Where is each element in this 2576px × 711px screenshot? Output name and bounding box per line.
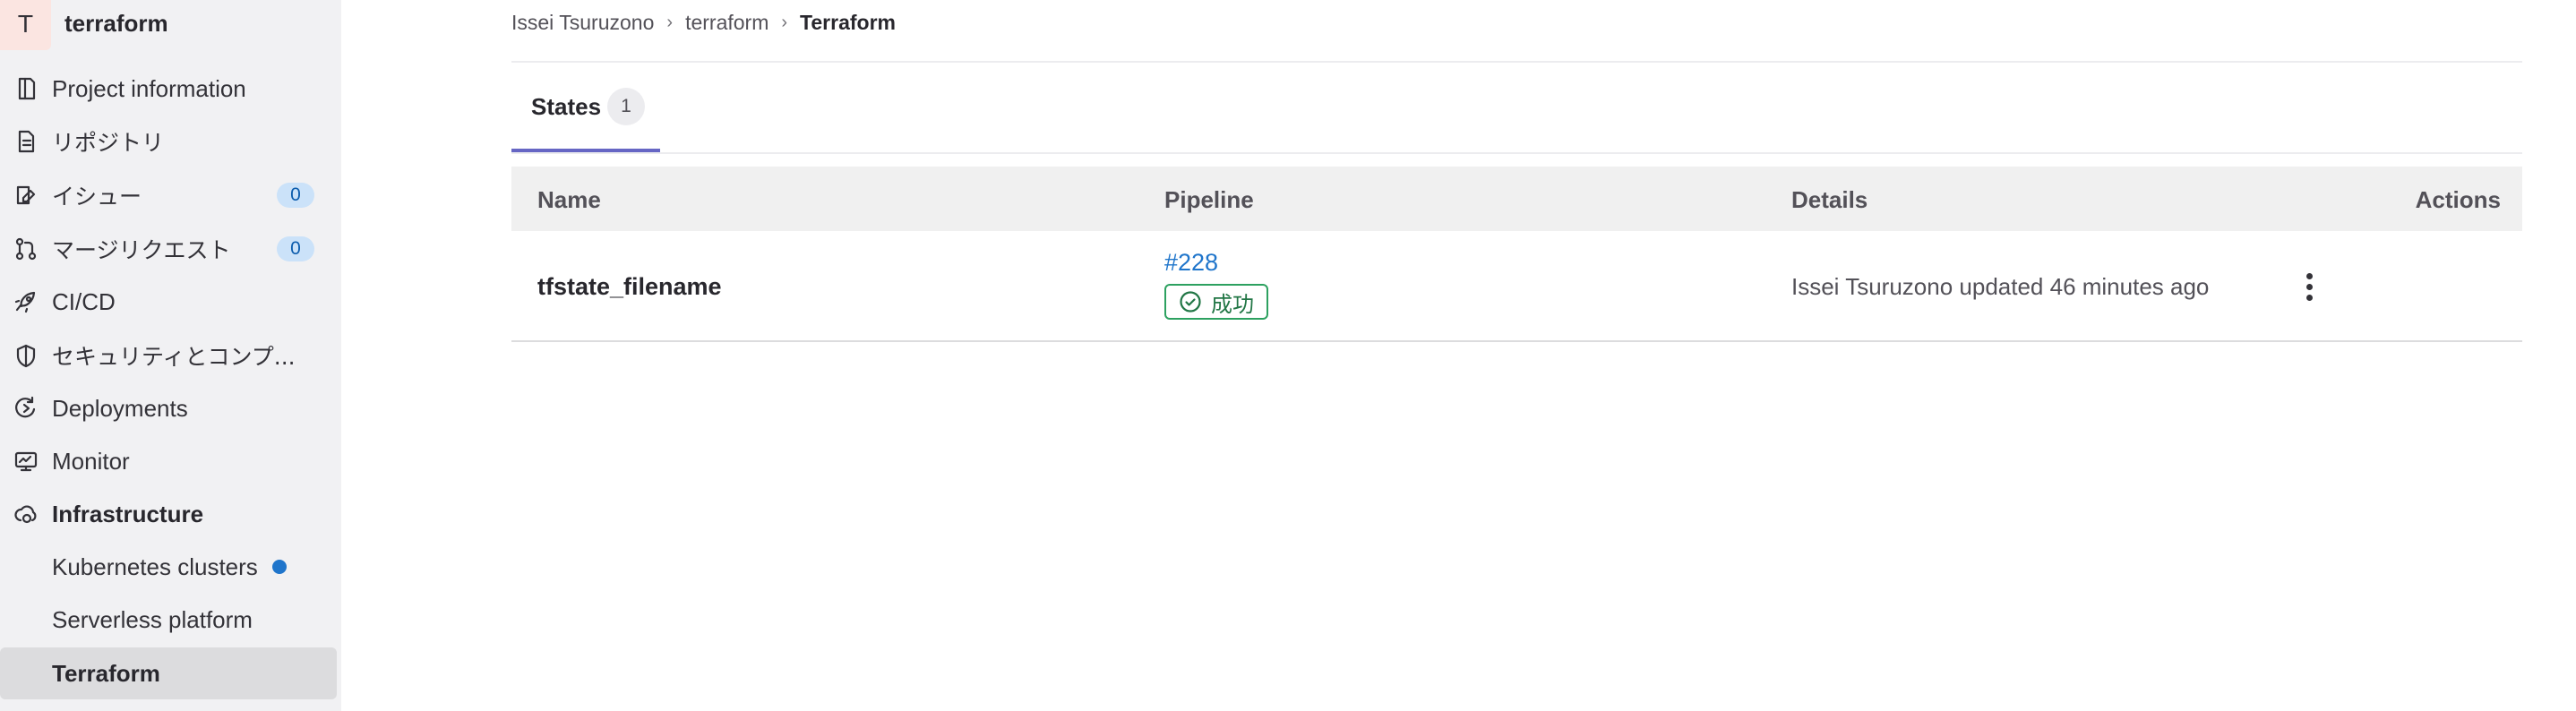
table-header: Name Pipeline Details Actions xyxy=(511,167,2522,231)
pipeline-status-text: 成功 xyxy=(1211,291,1254,317)
state-details: Issei Tsuruzono updated 46 minutes ago xyxy=(1791,273,2210,300)
sidebar-subitem-label: Serverless platform xyxy=(52,605,253,633)
column-header-actions: Actions xyxy=(2415,186,2501,213)
sidebar-item-merge-requests[interactable]: マージリクエスト 0 xyxy=(0,224,341,274)
monitor-icon xyxy=(13,448,39,475)
cloud-gear-icon xyxy=(13,501,39,527)
chevron-right-icon: › xyxy=(781,13,788,32)
chevron-right-icon: › xyxy=(666,13,674,32)
column-header-name: Name xyxy=(537,186,601,213)
sidebar-item-infrastructure[interactable]: Infrastructure xyxy=(0,489,341,539)
sidebar-subitem-serverless-platform[interactable]: Serverless platform xyxy=(0,594,341,646)
sidebar-subitem-label: Kubernetes clusters xyxy=(52,553,258,580)
sidebar-subitem-label: Terraform xyxy=(52,659,160,687)
sidebar-item-label: Monitor xyxy=(52,447,130,475)
pipeline-link[interactable]: #228 xyxy=(1164,249,1218,277)
project-icon xyxy=(13,75,39,102)
tab-states[interactable]: States 1 xyxy=(511,86,660,152)
pipeline-status-badge[interactable]: 成功 xyxy=(1164,284,1268,320)
tab-label: States xyxy=(531,93,602,120)
sidebar-item-label: セキュリティとコンプ... xyxy=(52,344,296,370)
breadcrumb-item-project[interactable]: terraform xyxy=(685,11,769,35)
deployments-icon xyxy=(13,395,39,422)
divider xyxy=(511,61,2522,63)
tab-count-badge: 1 xyxy=(607,88,645,125)
sidebar-item-label: Deployments xyxy=(52,394,188,422)
sidebar-item-label: Infrastructure xyxy=(52,500,204,527)
table-row: tfstate_filename #228 成功 Issei Tsuruzono… xyxy=(511,231,2522,342)
project-avatar: T xyxy=(0,0,51,50)
tabs-divider xyxy=(511,152,2522,154)
state-name: tfstate_filename xyxy=(537,273,722,300)
merge-requests-count-badge: 0 xyxy=(277,236,314,261)
rocket-icon xyxy=(13,288,39,315)
sidebar-item-label: Project information xyxy=(52,74,246,102)
issues-count-badge: 0 xyxy=(277,183,314,208)
column-header-details: Details xyxy=(1791,186,1868,213)
sidebar-subitem-terraform[interactable]: Terraform xyxy=(0,647,337,699)
merge-request-icon xyxy=(13,236,39,262)
document-icon xyxy=(13,128,39,155)
sidebar-subitem-kubernetes-clusters[interactable]: Kubernetes clusters xyxy=(0,541,341,593)
project-name: terraform xyxy=(64,10,168,37)
sidebar-item-label: イシュー xyxy=(52,184,142,210)
sidebar-item-cicd[interactable]: CI/CD xyxy=(0,277,341,327)
check-circle-icon xyxy=(1180,291,1201,313)
new-indicator-dot xyxy=(272,560,287,574)
breadcrumb: Issei Tsuruzono › terraform › Terraform xyxy=(511,11,896,35)
more-actions-icon[interactable] xyxy=(2291,269,2327,304)
sidebar-item-monitor[interactable]: Monitor xyxy=(0,436,341,486)
sidebar-item-label: マージリクエスト xyxy=(52,237,231,263)
breadcrumb-item-user[interactable]: Issei Tsuruzono xyxy=(511,11,654,35)
project-header[interactable]: T terraform xyxy=(0,0,341,50)
sidebar-item-issues[interactable]: イシュー 0 xyxy=(0,170,341,220)
sidebar-item-label: リポジトリ xyxy=(52,130,165,156)
issues-icon xyxy=(13,182,39,209)
sidebar-item-label: CI/CD xyxy=(52,287,116,315)
column-header-pipeline: Pipeline xyxy=(1164,186,1254,213)
sidebar-item-deployments[interactable]: Deployments xyxy=(0,383,341,433)
sidebar-item-project-information[interactable]: Project information xyxy=(0,64,341,114)
shield-icon xyxy=(13,342,39,369)
sidebar-item-repository[interactable]: リポジトリ xyxy=(0,116,341,167)
sidebar-item-security[interactable]: セキュリティとコンプ... xyxy=(0,330,341,381)
breadcrumb-current[interactable]: Terraform xyxy=(800,11,896,35)
sidebar: T terraform Project information リポジトリ イシ… xyxy=(0,0,341,711)
